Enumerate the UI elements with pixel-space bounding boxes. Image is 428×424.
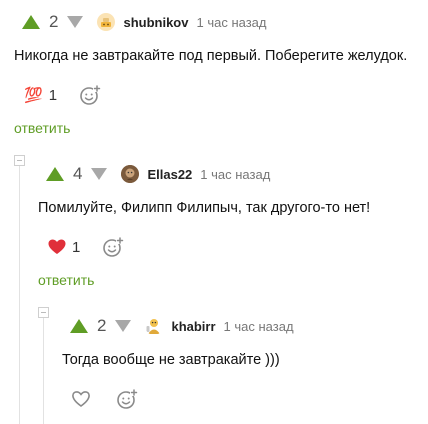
add-reaction-button[interactable] [98, 233, 128, 261]
hundred-points-icon: 💯 [24, 87, 43, 104]
avatar[interactable] [97, 13, 116, 31]
heart-icon [48, 239, 66, 254]
avatar-icon [101, 18, 112, 27]
comment-score: 2 [49, 12, 59, 31]
downvote-icon[interactable] [67, 16, 84, 28]
heart-outline-icon [72, 391, 90, 407]
comment-text: Тогда вообще не завтракайте ))) [62, 352, 280, 368]
reply-link[interactable]: ответить [14, 120, 70, 136]
add-reaction-icon [80, 85, 102, 105]
add-reaction-button[interactable] [75, 81, 105, 109]
upvote-icon[interactable] [46, 167, 64, 181]
reaction-count: 1 [48, 86, 58, 104]
thread-line[interactable] [19, 166, 20, 424]
downvote-icon[interactable] [115, 320, 132, 332]
comment-text: Помилуйте, Филипп Филипыч, так другого-т… [38, 200, 371, 216]
comment-2-vote-bar: 4 Ellas22 1 час назад [46, 162, 270, 186]
username[interactable]: shubnikov [123, 15, 188, 30]
reaction-button[interactable]: 1 [44, 233, 84, 261]
avatar-icon [121, 165, 140, 183]
like-button[interactable] [68, 385, 94, 413]
comment-score: 2 [97, 316, 107, 335]
collapse-thread-button[interactable] [14, 155, 25, 166]
comment-1-vote-bar: 2 shubnikov 1 час назад [22, 10, 266, 34]
avatar[interactable] [121, 165, 140, 183]
comment-score: 4 [73, 164, 83, 183]
comment-2-reactions: 1 [44, 233, 128, 261]
thread-line[interactable] [43, 318, 44, 424]
add-reaction-button[interactable] [112, 385, 142, 413]
timestamp[interactable]: 1 час назад [196, 15, 266, 30]
add-reaction-icon [103, 237, 125, 257]
comment-3-vote-bar: 2 khabirr 1 час назад [70, 314, 294, 338]
timestamp[interactable]: 1 час назад [200, 167, 270, 182]
username[interactable]: Ellas22 [147, 167, 192, 182]
avatar-icon [146, 319, 161, 334]
timestamp[interactable]: 1 час назад [224, 319, 294, 334]
comment-3-reactions [68, 385, 142, 413]
upvote-icon[interactable] [70, 319, 88, 333]
username[interactable]: khabirr [171, 319, 215, 334]
reaction-count: 1 [72, 238, 81, 256]
comment-text: Никогда не завтракайте под первый. Побер… [14, 48, 408, 64]
avatar[interactable] [145, 317, 164, 335]
downvote-icon[interactable] [91, 168, 108, 180]
reaction-button[interactable]: 💯 1 [20, 81, 61, 109]
comment-1-reactions: 💯 1 [20, 81, 105, 109]
upvote-icon[interactable] [22, 15, 40, 29]
add-reaction-icon [117, 389, 138, 409]
collapse-thread-button[interactable] [38, 307, 49, 318]
reply-link[interactable]: ответить [38, 272, 94, 288]
